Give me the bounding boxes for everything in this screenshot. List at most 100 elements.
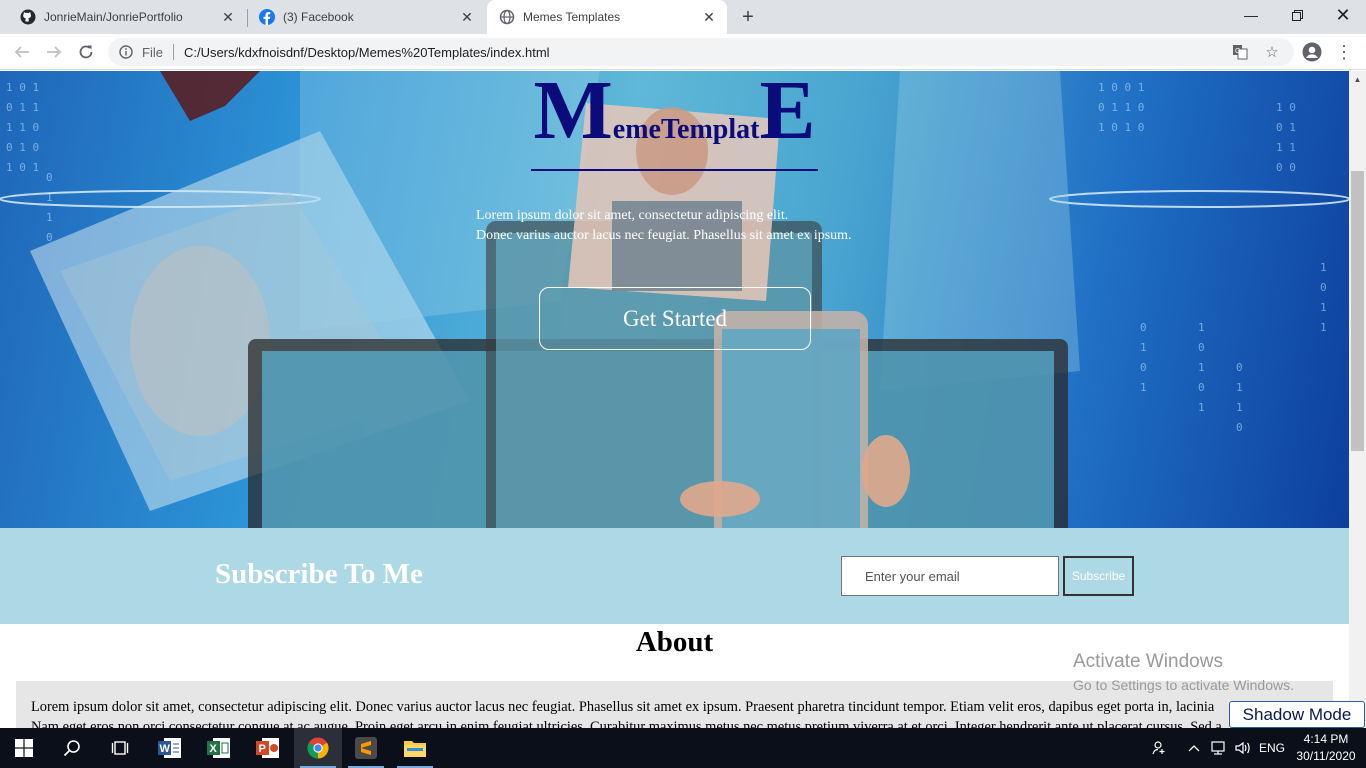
close-icon[interactable]: ✕: [220, 9, 236, 25]
svg-text:0: 0: [1140, 361, 1147, 374]
tab-memes-templates[interactable]: Memes Templates ✕: [487, 0, 727, 34]
subscribe-section: Subscribe To Me Subscribe: [0, 528, 1349, 624]
scroll-up-arrow-icon[interactable]: ▲: [1349, 71, 1366, 88]
network-icon[interactable]: [1208, 728, 1230, 768]
chevron-up-icon[interactable]: [1184, 728, 1204, 768]
volume-icon[interactable]: [1232, 728, 1254, 768]
svg-text:1: 1: [1236, 401, 1243, 414]
svg-text:1: 1: [1320, 261, 1327, 274]
reload-button[interactable]: [74, 40, 98, 64]
svg-text:0: 0: [1140, 321, 1147, 334]
search-button[interactable]: [48, 728, 96, 768]
tab-github[interactable]: JonrieMain/JonriePortfolio ✕: [8, 0, 246, 34]
svg-text:P: P: [259, 743, 266, 755]
hero-text-line: Donec varius auctor lacus nec feugiat. P…: [476, 228, 852, 243]
task-view-icon: [111, 741, 129, 755]
tab-facebook[interactable]: (3) Facebook ✕: [247, 0, 485, 34]
restore-button[interactable]: [1274, 0, 1320, 30]
clock-date: 30/11/2020: [1296, 749, 1356, 763]
svg-text:0: 0: [1236, 421, 1243, 434]
get-started-button[interactable]: Get Started: [539, 287, 811, 350]
logo-middle: emeTemplat: [612, 114, 760, 145]
windows-taskbar: W X P ENG 4:14 PM 30/11/2020: [0, 728, 1366, 768]
svg-text:0: 0: [1198, 341, 1205, 354]
svg-text:0: 0: [46, 171, 53, 184]
subscribe-button[interactable]: Subscribe: [1063, 556, 1134, 596]
hero-description: Lorem ipsum dolor sit amet, consectetur …: [476, 206, 896, 246]
divider: [172, 44, 174, 60]
site-logo: MemeTemplatE: [0, 71, 1349, 171]
svg-text:1: 1: [1320, 321, 1327, 334]
facebook-icon: [259, 9, 275, 25]
browser-tab-strip: JonrieMain/JonriePortfolio ✕ (3) Faceboo…: [0, 0, 1366, 34]
taskbar-word[interactable]: W: [146, 728, 194, 768]
close-window-button[interactable]: ✕: [1320, 0, 1366, 30]
page-scrollbar[interactable]: ▲: [1349, 71, 1366, 728]
globe-icon: [499, 9, 515, 25]
about-text-line: Lorem ipsum dolor sit amet, consectetur …: [31, 699, 1215, 715]
watermark-subtitle: Go to Settings to activate Windows.: [1073, 677, 1294, 693]
subscribe-title: Subscribe To Me: [215, 558, 423, 590]
tab-title: (3) Facebook: [283, 10, 354, 24]
menu-dots-icon[interactable]: ⋮: [1332, 40, 1356, 64]
arrow-left-icon: [14, 46, 29, 58]
url-scheme: File: [142, 44, 163, 60]
svg-text:1: 1: [1140, 381, 1147, 394]
star-icon[interactable]: ☆: [1260, 40, 1284, 64]
forward-button[interactable]: [42, 40, 66, 64]
profile-icon[interactable]: [1300, 40, 1324, 64]
page-viewport: 1 0 10 1 11 1 00 1 01 0 1 0110 1 0 0 10 …: [0, 71, 1349, 728]
watermark-title: Activate Windows: [1073, 651, 1223, 672]
github-icon: [20, 9, 36, 25]
new-tab-button[interactable]: +: [736, 6, 760, 30]
start-button[interactable]: [0, 728, 48, 768]
reload-icon: [79, 45, 93, 59]
svg-text:0: 0: [1236, 361, 1243, 374]
svg-text:G: G: [1235, 48, 1240, 55]
minimize-button[interactable]: —: [1228, 0, 1274, 30]
taskbar-clock[interactable]: 4:14 PM 30/11/2020: [1296, 731, 1356, 765]
svg-text:1: 1: [1140, 341, 1147, 354]
hero-section: 1 0 10 1 11 1 00 1 01 0 1 0110 1 0 0 10 …: [0, 71, 1349, 528]
shadow-mode-badge[interactable]: Shadow Mode: [1229, 701, 1365, 728]
svg-text:1: 1: [1198, 321, 1205, 334]
svg-text:1: 1: [1320, 301, 1327, 314]
folder-icon: [404, 741, 426, 757]
svg-text:1: 1: [1198, 361, 1205, 374]
svg-text:1: 1: [1236, 381, 1243, 394]
restore-icon: [1291, 9, 1303, 21]
svg-text:0: 0: [1198, 381, 1205, 394]
word-icon: W: [158, 738, 181, 758]
scrollbar-thumb[interactable]: [1351, 171, 1364, 451]
close-icon[interactable]: ✕: [459, 9, 475, 25]
logo-letter-last: E: [759, 71, 816, 157]
url-text[interactable]: C:/Users/kdxfnoisdnf/Desktop/Memes%20Tem…: [184, 45, 550, 60]
svg-text:1: 1: [1198, 401, 1205, 414]
clock-time: 4:14 PM: [1303, 732, 1349, 746]
svg-text:X: X: [210, 743, 218, 755]
sublime-text-icon: [355, 737, 377, 759]
tab-title: JonrieMain/JonriePortfolio: [44, 10, 183, 24]
svg-text:1: 1: [46, 211, 53, 224]
taskbar-chrome[interactable]: [294, 728, 342, 768]
browser-toolbar: File C:/Users/kdxfnoisdnf/Desktop/Memes%…: [0, 34, 1366, 70]
powerpoint-icon: P: [256, 738, 279, 758]
taskbar-powerpoint[interactable]: P: [244, 728, 292, 768]
language-indicator[interactable]: ENG: [1256, 728, 1288, 768]
address-bar[interactable]: File C:/Users/kdxfnoisdnf/Desktop/Memes%…: [108, 38, 1294, 66]
hero-text-line: Lorem ipsum dolor sit amet, consectetur …: [476, 208, 789, 223]
taskbar-sublime[interactable]: [342, 728, 390, 768]
back-button[interactable]: [10, 40, 34, 64]
info-icon[interactable]: [118, 44, 134, 60]
translate-icon[interactable]: G: [1228, 40, 1252, 64]
about-text-line: Nam eget eros non orci consectetur congu…: [31, 719, 1222, 728]
close-icon[interactable]: ✕: [701, 9, 717, 25]
svg-text:0: 0: [1320, 281, 1327, 294]
windows-logo-icon: [15, 739, 33, 757]
search-icon: [63, 740, 80, 757]
people-icon[interactable]: [1146, 728, 1172, 768]
taskbar-file-explorer[interactable]: [391, 728, 439, 768]
task-view-button[interactable]: [96, 728, 144, 768]
taskbar-excel[interactable]: X: [195, 728, 243, 768]
email-field[interactable]: [841, 556, 1059, 596]
